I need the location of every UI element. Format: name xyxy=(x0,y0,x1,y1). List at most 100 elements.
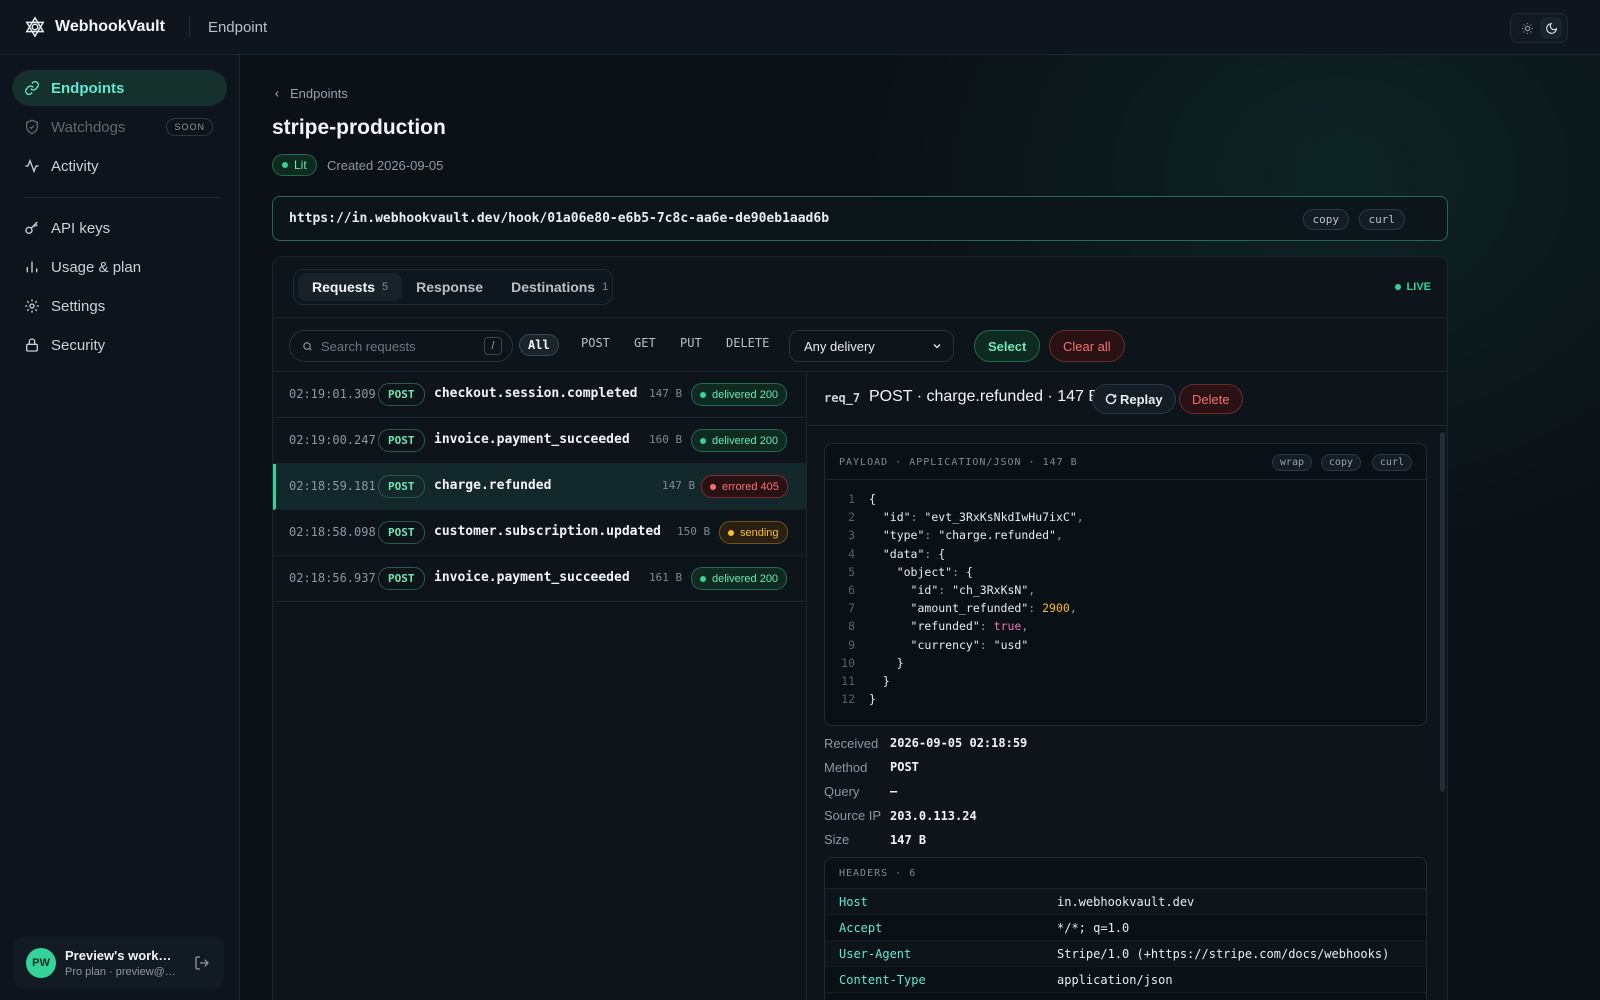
meta-label: Source IP xyxy=(824,808,882,824)
status-dot xyxy=(282,162,288,168)
tab-requests[interactable]: Requests 5 xyxy=(298,273,403,301)
breadcrumb[interactable]: Endpoints xyxy=(272,86,348,101)
select-button[interactable]: Select xyxy=(974,330,1041,362)
payload-code[interactable]: 1{2 "id": "evt_3RxKsNkdIwHu7ixC", 3 "type… xyxy=(825,490,1425,708)
sidebar-item-security[interactable]: Security xyxy=(12,327,227,363)
delivery-status-badge: delivered 200 xyxy=(691,383,788,406)
meta-value: 2026-09-05 02:18:59 xyxy=(890,736,1028,751)
filter-method-put[interactable]: PUT xyxy=(680,336,702,350)
search-input[interactable] xyxy=(321,338,481,354)
light-theme-button[interactable] xyxy=(1516,17,1538,39)
request-row[interactable]: 02:19:01.309 POST checkout.session.compl… xyxy=(273,372,806,418)
request-detail: req_7 POST · charge.refunded · 147 B Rep… xyxy=(808,372,1447,1000)
live-label: LIVE xyxy=(1406,281,1431,293)
sidebar-item-activity[interactable]: Activity xyxy=(12,148,227,184)
code-text: } xyxy=(869,655,904,670)
delivery-status-label: sending xyxy=(740,526,779,539)
sidebar-item-endpoints[interactable]: Endpoints xyxy=(12,70,227,106)
header-value: in.webhookvault.dev xyxy=(1057,894,1195,909)
detail-scrollbar[interactable] xyxy=(1440,432,1445,792)
code-line: 1{ xyxy=(825,490,1425,508)
line-number: 8 xyxy=(848,619,855,634)
breadcrumb-link[interactable]: Endpoints xyxy=(290,86,348,101)
code-text: { xyxy=(869,492,876,506)
logout-icon[interactable] xyxy=(194,955,210,971)
code-text: "type": "charge.refunded", xyxy=(882,528,1063,543)
curl-payload-button[interactable]: curl xyxy=(1371,454,1412,471)
header-key: Content-Type xyxy=(839,972,926,987)
wrap-button[interactable]: wrap xyxy=(1271,454,1312,471)
request-method-badge: POST xyxy=(378,383,425,406)
sidebar-item-api-keys[interactable]: API keys xyxy=(12,210,227,246)
request-time: 02:19:01.309 xyxy=(289,387,376,401)
endpoint-url[interactable]: https://in.webhookvault.dev/hook/01a06e8… xyxy=(289,211,829,226)
code-text: } xyxy=(869,692,876,707)
code-line: 2 "id": "evt_3RxKsNkdIwHu7ixC", xyxy=(825,508,1425,526)
activity-icon xyxy=(24,158,40,174)
request-time: 02:19:00.247 xyxy=(289,433,376,447)
header-row: Host in.webhookvault.dev xyxy=(825,889,1426,915)
sidebar-item-usage[interactable]: Usage & plan xyxy=(12,249,227,285)
meta-value: 203.0.113.24 xyxy=(890,808,977,823)
request-size: 160 B xyxy=(649,433,683,446)
status-badge: Lit xyxy=(272,154,317,176)
sidebar-item-label: Usage & plan xyxy=(51,258,142,276)
filter-method-delete[interactable]: DELETE xyxy=(726,336,769,350)
dark-theme-button[interactable] xyxy=(1540,17,1562,39)
sun-icon xyxy=(1521,22,1533,34)
filter-method-all[interactable]: All xyxy=(519,334,559,356)
top-divider xyxy=(188,16,190,38)
request-method-badge: POST xyxy=(378,429,425,452)
shield-icon xyxy=(24,119,40,135)
sidebar-item-watchdogs[interactable]: Watchdogs SOON xyxy=(12,109,227,145)
delivery-filter-select[interactable]: Any delivery xyxy=(789,330,954,362)
replay-label: Replay xyxy=(1120,391,1163,407)
clear-all-button[interactable]: Clear all xyxy=(1049,330,1125,362)
request-method-badge: POST xyxy=(378,475,425,498)
copy-payload-button[interactable]: copy xyxy=(1320,454,1361,471)
top-bar: WebhookVault Endpoint xyxy=(0,0,1600,55)
request-row[interactable]: 02:18:56.937 POST invoice.payment_succee… xyxy=(273,556,806,602)
curl-url-button[interactable]: curl xyxy=(1358,209,1405,230)
meta-row: Query — xyxy=(824,779,1424,803)
sidebar-item-label: Activity xyxy=(51,157,99,175)
request-row[interactable]: 02:19:00.247 POST invoice.payment_succee… xyxy=(273,418,806,464)
delivery-status-label: delivered 200 xyxy=(712,572,779,585)
replay-button[interactable]: Replay xyxy=(1092,384,1176,414)
sidebar-item-label: Endpoints xyxy=(51,79,125,97)
workspace-switcher[interactable]: PW Preview's workspace Pro plan · previe… xyxy=(14,937,224,989)
live-dot xyxy=(1394,284,1401,290)
copy-url-button[interactable]: copy xyxy=(1302,209,1349,230)
request-row-selected[interactable]: 02:18:59.181 POST charge.refunded 147 B … xyxy=(273,464,806,510)
header-row: Accept */*; q=1.0 xyxy=(825,915,1426,941)
bar-chart-icon xyxy=(24,259,40,275)
filter-method-get[interactable]: GET xyxy=(634,336,656,350)
tab-group: Requests 5 Response Destinations 1 xyxy=(293,269,613,305)
brand[interactable]: WebhookVault xyxy=(0,0,165,54)
request-meta: Received 2026-09-05 02:18:59 Method POST… xyxy=(824,731,1424,852)
request-time: 02:18:56.937 xyxy=(289,571,376,585)
code-line: 12} xyxy=(825,690,1425,708)
sidebar-item-settings[interactable]: Settings xyxy=(12,288,227,324)
line-number: 4 xyxy=(848,546,855,561)
brand-name: WebhookVault xyxy=(55,18,165,35)
key-icon xyxy=(24,220,40,236)
search-box[interactable]: / xyxy=(289,330,513,362)
delete-button[interactable]: Delete xyxy=(1179,384,1243,414)
request-size: 161 B xyxy=(649,571,683,584)
request-event: customer.subscription.updated xyxy=(434,524,661,539)
link-icon xyxy=(24,80,40,96)
tab-response[interactable]: Response xyxy=(402,273,497,301)
code-line: 10 } xyxy=(825,654,1425,672)
tab-count: 5 xyxy=(382,281,389,293)
soon-badge: SOON xyxy=(166,118,213,136)
line-number: 12 xyxy=(841,692,855,707)
delivery-filter-value: Any delivery xyxy=(804,338,875,354)
header-value: application/json xyxy=(1057,972,1173,987)
tab-destinations[interactable]: Destinations 1 xyxy=(497,273,622,301)
theme-toggle[interactable] xyxy=(1510,13,1568,43)
request-row[interactable]: 02:18:58.098 POST customer.subscription.… xyxy=(273,510,806,556)
code-line: 7 "amount_refunded": 2900, xyxy=(825,599,1425,617)
filter-method-post[interactable]: POST xyxy=(581,336,610,350)
meta-value: 147 B xyxy=(890,832,927,847)
